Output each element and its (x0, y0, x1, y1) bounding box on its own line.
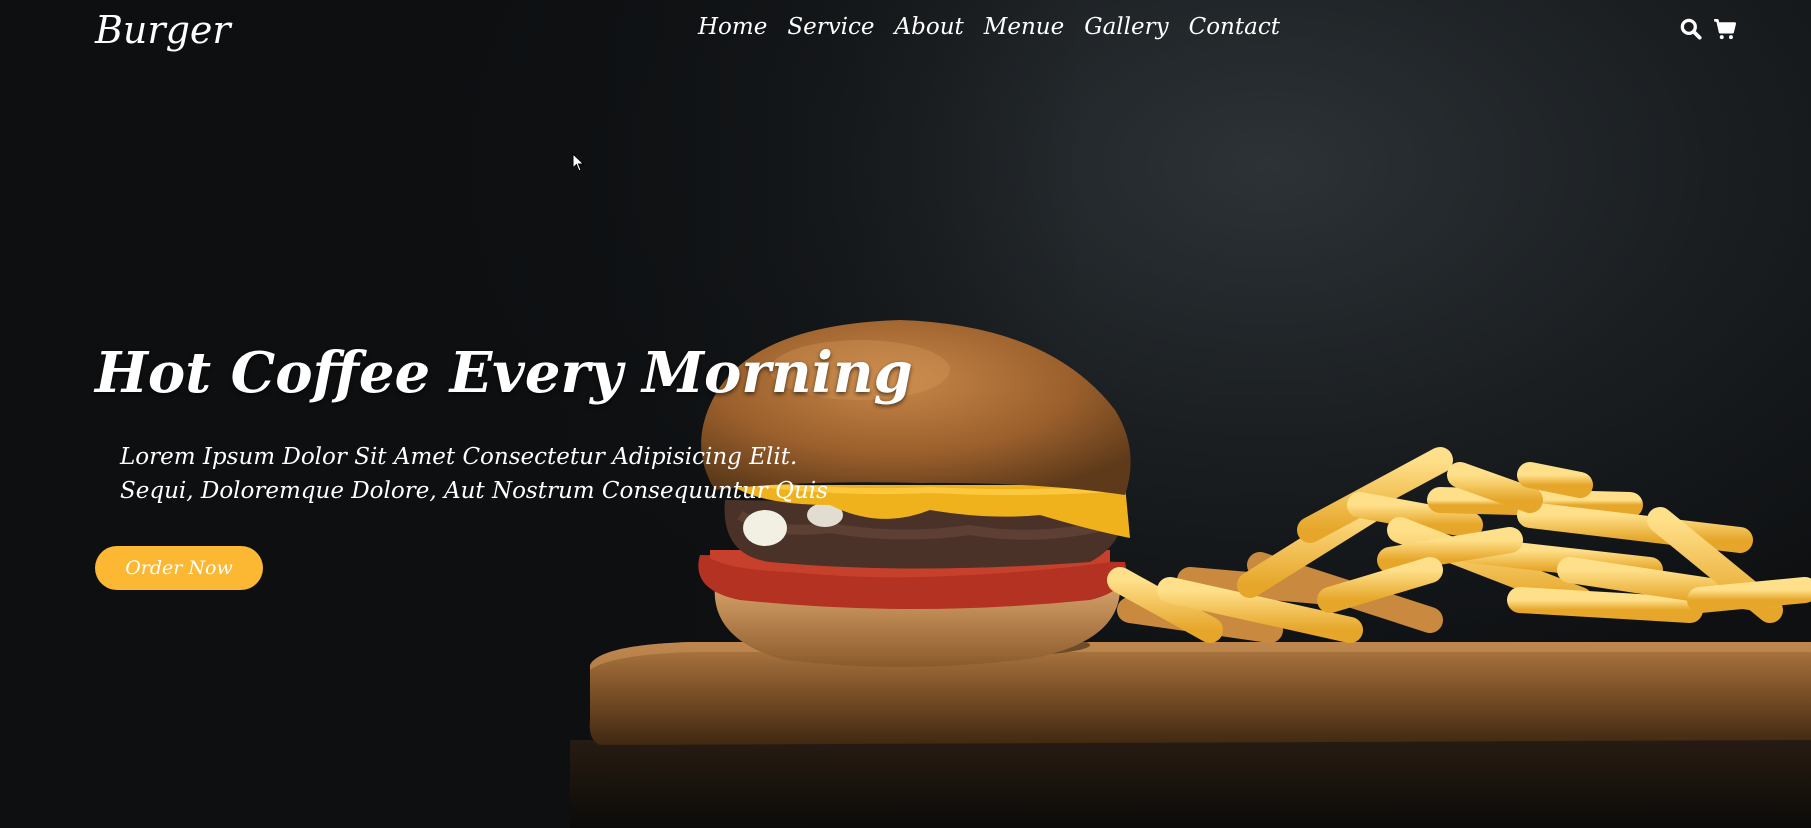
nav-link-contact[interactable]: Contact (1189, 14, 1280, 40)
search-icon[interactable] (1678, 16, 1704, 42)
cart-icon[interactable] (1712, 16, 1738, 42)
hero-line-2: Sequi, Doloremque Dolore, Aut Nostrum Co… (120, 478, 828, 504)
nav-link-home[interactable]: Home (698, 14, 767, 40)
hero-description: Lorem Ipsum Dolor Sit Amet Consectetur A… (120, 440, 828, 508)
nav-links: Home Service About Menue Gallery Contact (698, 14, 1280, 40)
hero-line-1: Lorem Ipsum Dolor Sit Amet Consectetur A… (120, 444, 798, 470)
order-now-button[interactable]: Order Now (95, 546, 263, 590)
nav-link-gallery[interactable]: Gallery (1084, 14, 1168, 40)
nav-link-about[interactable]: About (895, 14, 964, 40)
hero-title: Hot Coffee Every Morning (95, 340, 913, 406)
navbar: Burger Home Service About Menue Gallery … (0, 0, 1811, 62)
nav-icons (1678, 16, 1738, 42)
logo[interactable]: Burger (95, 8, 231, 52)
mouse-cursor-icon (572, 153, 585, 172)
nav-link-menue[interactable]: Menue (984, 14, 1064, 40)
nav-link-service[interactable]: Service (787, 14, 874, 40)
